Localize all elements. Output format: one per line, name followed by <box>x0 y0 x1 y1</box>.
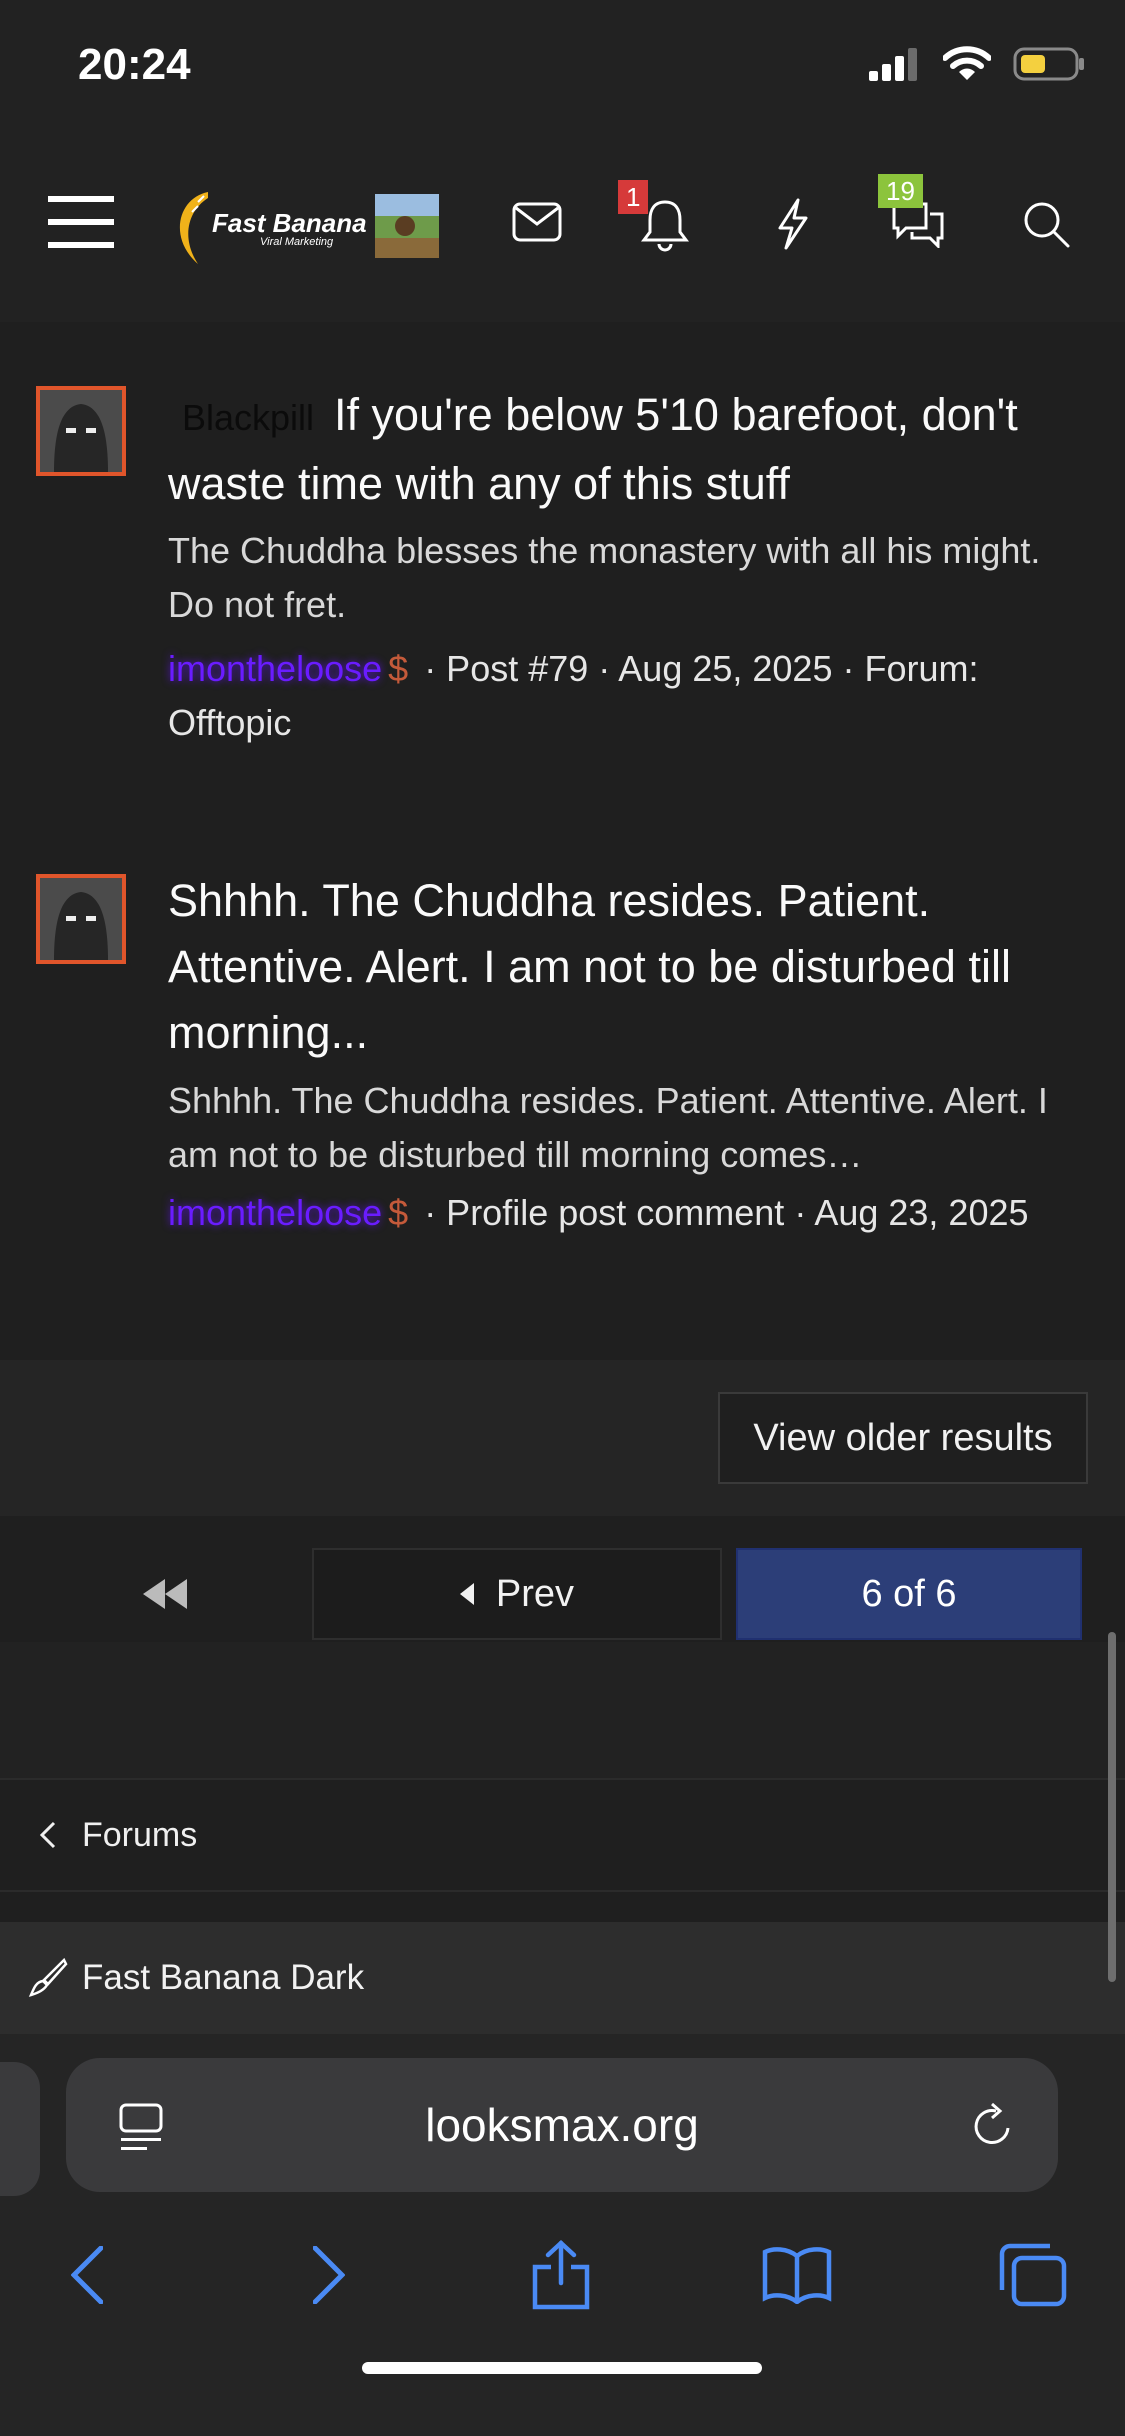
prev-page-button[interactable]: Prev <box>312 1548 722 1640</box>
thread-prefix: Blackpill <box>182 397 315 438</box>
previous-tab-peek[interactable] <box>0 2062 40 2196</box>
result-meta: imontheloose $ · Profile post comment · A… <box>168 1186 1088 1240</box>
search-result[interactable]: Shhhh. The Chuddha resides. Patient. Att… <box>0 812 1125 1362</box>
caret-left-icon <box>459 1583 474 1605</box>
tabs-icon[interactable] <box>988 2230 1078 2320</box>
logo-subtitle: Viral Marketing <box>260 236 334 248</box>
result-avatar[interactable] <box>36 386 126 476</box>
current-page-button[interactable]: 6 of 6 <box>736 1548 1082 1640</box>
pagination: Prev 6 of 6 <box>0 1516 1125 1642</box>
avatar-face-icon <box>40 878 122 960</box>
result-snippet: The Chuddha blesses the monastery with a… <box>168 530 1041 625</box>
cellular-signal-icon <box>869 48 917 81</box>
address-bar[interactable]: looksmax.org <box>66 2058 1058 2192</box>
browser-toolbar: looksmax.org <box>0 2034 1125 2436</box>
search-result[interactable]: Blackpill If you're below 5'10 barefoot, … <box>0 322 1125 814</box>
double-chevron-left-icon <box>143 1579 187 1609</box>
back-icon[interactable] <box>42 2230 132 2320</box>
whats-new-icon[interactable] <box>776 198 810 255</box>
result-avatar[interactable] <box>36 874 126 964</box>
status-icons <box>869 46 1085 82</box>
wifi-icon <box>943 46 991 80</box>
url-text[interactable]: looksmax.org <box>66 2098 1058 2152</box>
menu-icon[interactable] <box>48 196 114 253</box>
result-meta: imontheloose $ · Post #79 · Aug 25, 2025 … <box>168 642 1088 750</box>
user-avatar[interactable] <box>375 194 439 263</box>
older-results-bar: View older results <box>0 1360 1125 1516</box>
dollar-icon: $ <box>388 648 409 689</box>
conversations-button[interactable]: 19 <box>878 174 946 253</box>
status-time: 20:24 <box>78 40 191 89</box>
username-link[interactable]: imontheloose <box>168 648 382 689</box>
conversations-badge: 19 <box>878 174 923 208</box>
scrollbar[interactable] <box>1108 1632 1116 1982</box>
status-bar: 20:24 <box>0 0 1125 140</box>
chevron-left-icon <box>40 1821 56 1849</box>
home-indicator <box>362 2362 762 2374</box>
style-chooser-label[interactable]: Fast Banana Dark <box>82 1958 364 1998</box>
search-icon[interactable] <box>1022 200 1070 253</box>
page-spacer <box>0 1642 1125 1780</box>
result-title[interactable]: Shhhh. The Chuddha resides. Patient. Att… <box>168 868 1088 1066</box>
username-link[interactable]: imontheloose <box>168 1192 382 1233</box>
reload-icon[interactable] <box>968 2102 1016 2152</box>
logo-text: Fast Banana <box>212 208 367 238</box>
avatar-face-icon <box>40 390 122 472</box>
first-page-button[interactable] <box>110 1548 220 1640</box>
result-snippet: Shhhh. The Chuddha resides. Patient. Att… <box>168 1080 1048 1175</box>
alerts-badge: 1 <box>618 180 649 214</box>
alerts-button[interactable]: 1 <box>618 180 690 257</box>
inbox-icon[interactable] <box>512 202 562 247</box>
bookmarks-icon[interactable] <box>752 2230 842 2320</box>
prev-label: Prev <box>495 1572 575 1615</box>
forward-icon[interactable] <box>284 2230 374 2320</box>
breadcrumb[interactable]: Forums <box>0 1780 1125 1892</box>
breadcrumb-label[interactable]: Forums <box>82 1816 197 1855</box>
share-icon[interactable] <box>516 2230 606 2320</box>
style-chooser[interactable]: Fast Banana Dark <box>0 1922 1125 2034</box>
battery-icon <box>1013 47 1084 81</box>
dollar-icon: $ <box>388 1192 409 1233</box>
view-older-results-button[interactable]: View older results <box>718 1392 1088 1484</box>
result-meta-text: · Profile post comment · Aug 23, 2025 <box>424 1192 1029 1233</box>
result-title[interactable]: Blackpill If you're below 5'10 barefoot, … <box>168 382 1088 517</box>
paintbrush-icon <box>28 1958 68 1997</box>
forum-navbar: Fast Banana Viral Marketing 1 19 <box>0 140 1125 324</box>
